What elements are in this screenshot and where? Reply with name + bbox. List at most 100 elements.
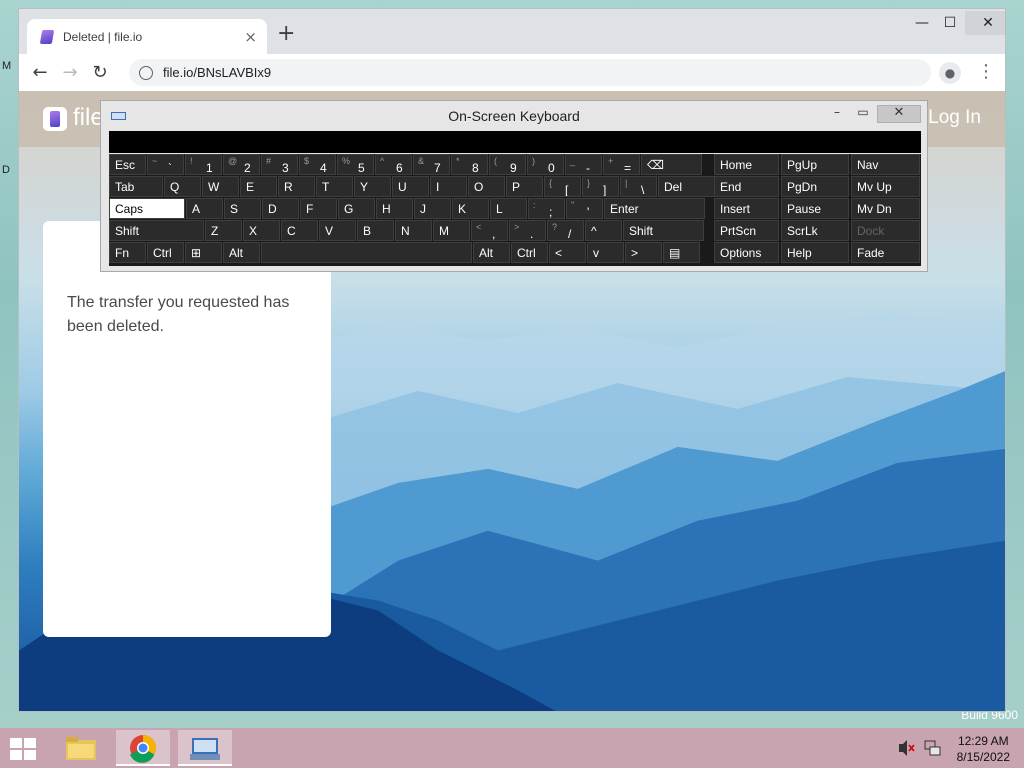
key-y[interactable]: Y [354,176,391,197]
url-text[interactable]: file.io/BNsLAVBIx9 [163,65,271,80]
key-p[interactable]: P [506,176,543,197]
key-mv-dn[interactable]: Mv Dn [851,198,920,219]
key-shift[interactable]: Shift [623,220,704,241]
file-io-logo-icon[interactable] [43,107,67,131]
key-symbol[interactable]: | \ [620,176,657,197]
key-end[interactable]: End [714,176,779,197]
key-shift[interactable]: Shift [109,220,204,241]
key-s[interactable]: S [224,198,261,219]
key-2[interactable]: @2 [223,154,260,175]
key-tab[interactable]: Tab [109,176,163,197]
maximize-button[interactable]: ☐ [935,11,965,35]
key-caps[interactable]: Caps [109,198,185,219]
tab-deleted-file-io[interactable]: Deleted | file.io × [27,19,267,54]
key-alt[interactable]: Alt [473,242,510,263]
key-c[interactable]: C [281,220,318,241]
back-icon[interactable]: ← [25,62,55,83]
key-r[interactable]: R [278,176,315,197]
osk-maximize-button[interactable]: ▭ [851,105,875,121]
key-alt[interactable]: Alt [223,242,260,263]
key-options[interactable]: Options [714,242,779,263]
key-symbol[interactable]: > [625,242,662,263]
key-d[interactable]: D [262,198,299,219]
key-5[interactable]: % 5 [337,154,374,175]
key-e[interactable]: E [240,176,277,197]
login-link[interactable]: Log In [928,107,981,129]
key-f[interactable]: F [300,198,337,219]
osk-minimize-button[interactable]: – [825,105,849,121]
close-window-button[interactable]: ✕ [965,11,1005,35]
key-help[interactable]: Help [781,242,849,263]
key-n[interactable]: N [395,220,432,241]
key-l[interactable]: L [490,198,527,219]
key-symbol[interactable]: ~ ` [147,154,184,175]
key-nav[interactable]: Nav [851,154,920,175]
key-u[interactable]: U [392,176,429,197]
key-symbol[interactable]: }] [582,176,619,197]
key-t[interactable]: T [316,176,353,197]
key-3[interactable]: #3 [261,154,298,175]
forward-icon[interactable]: → [55,62,85,83]
key-symbol[interactable]: ▤ [663,242,700,263]
key-symbol[interactable]: >. [509,220,546,241]
key-enter[interactable]: Enter [604,198,705,219]
key-symbol[interactable]: <, [471,220,508,241]
key-symbol[interactable]: ⌫ [641,154,702,175]
key-a[interactable]: A [186,198,223,219]
key-v[interactable]: V [319,220,356,241]
key-g[interactable]: G [338,198,375,219]
key-v[interactable]: v [587,242,624,263]
osk-taskbar-button[interactable] [178,730,232,766]
site-info-icon[interactable] [139,65,153,80]
chrome-taskbar-button[interactable] [116,730,170,766]
key-symbol[interactable]: " ' [566,198,603,219]
key-symbol[interactable]: :; [528,198,565,219]
key-pgdn[interactable]: PgDn [781,176,849,197]
key-b[interactable]: B [357,220,394,241]
key-pause[interactable]: Pause [781,198,849,219]
new-tab-button[interactable]: + [277,23,295,45]
osk-title-bar[interactable]: On-Screen Keyboard – ▭ ✕ [101,101,927,131]
key-j[interactable]: J [414,198,451,219]
key-4[interactable]: $4 [299,154,336,175]
key-0[interactable]: ) 0 [527,154,564,175]
key-fade[interactable]: Fade [851,242,920,263]
key-z[interactable]: Z [205,220,242,241]
key-x[interactable]: X [243,220,280,241]
key-ctrl[interactable]: Ctrl [511,242,548,263]
key-symbol[interactable]: ⊞ [185,242,222,263]
key-fn[interactable]: Fn [109,242,146,263]
key-k[interactable]: K [452,198,489,219]
reload-icon[interactable]: ↻ [85,62,115,83]
key-symbol[interactable]: {[ [544,176,581,197]
address-bar[interactable]: file.io/BNsLAVBIx9 [129,59,931,86]
key-m[interactable]: M [433,220,470,241]
key-symbol[interactable]: + = [603,154,640,175]
key-7[interactable]: & 7 [413,154,450,175]
key-h[interactable]: H [376,198,413,219]
key-q[interactable]: Q [164,176,201,197]
osk-close-button[interactable]: ✕ [877,105,921,123]
key-i[interactable]: I [430,176,467,197]
network-icon[interactable] [922,728,942,768]
volume-muted-icon[interactable] [896,728,916,768]
key-symbol[interactable]: ? / [547,220,584,241]
key-pgup[interactable]: PgUp [781,154,849,175]
minimize-button[interactable]: — [907,11,937,35]
menu-icon[interactable]: ⋮ [977,60,995,84]
key-ctrl[interactable]: Ctrl [147,242,184,263]
key-8[interactable]: * 8 [451,154,488,175]
key-mv-up[interactable]: Mv Up [851,176,920,197]
system-clock[interactable]: 12:29 AM 8/15/2022 [957,733,1010,765]
key-1[interactable]: ! 1 [185,154,222,175]
key-home[interactable]: Home [714,154,779,175]
start-button[interactable] [10,738,38,760]
key-scrlk[interactable]: ScrLk [781,220,849,241]
profile-icon[interactable]: ● [939,62,961,84]
key-symbol[interactable]: _ - [565,154,602,175]
key-symbol[interactable]: < [549,242,586,263]
key-symbol[interactable]: ^ [585,220,622,241]
key-insert[interactable]: Insert [714,198,779,219]
key-6[interactable]: ^ 6 [375,154,412,175]
key-prtscn[interactable]: PrtScn [714,220,779,241]
